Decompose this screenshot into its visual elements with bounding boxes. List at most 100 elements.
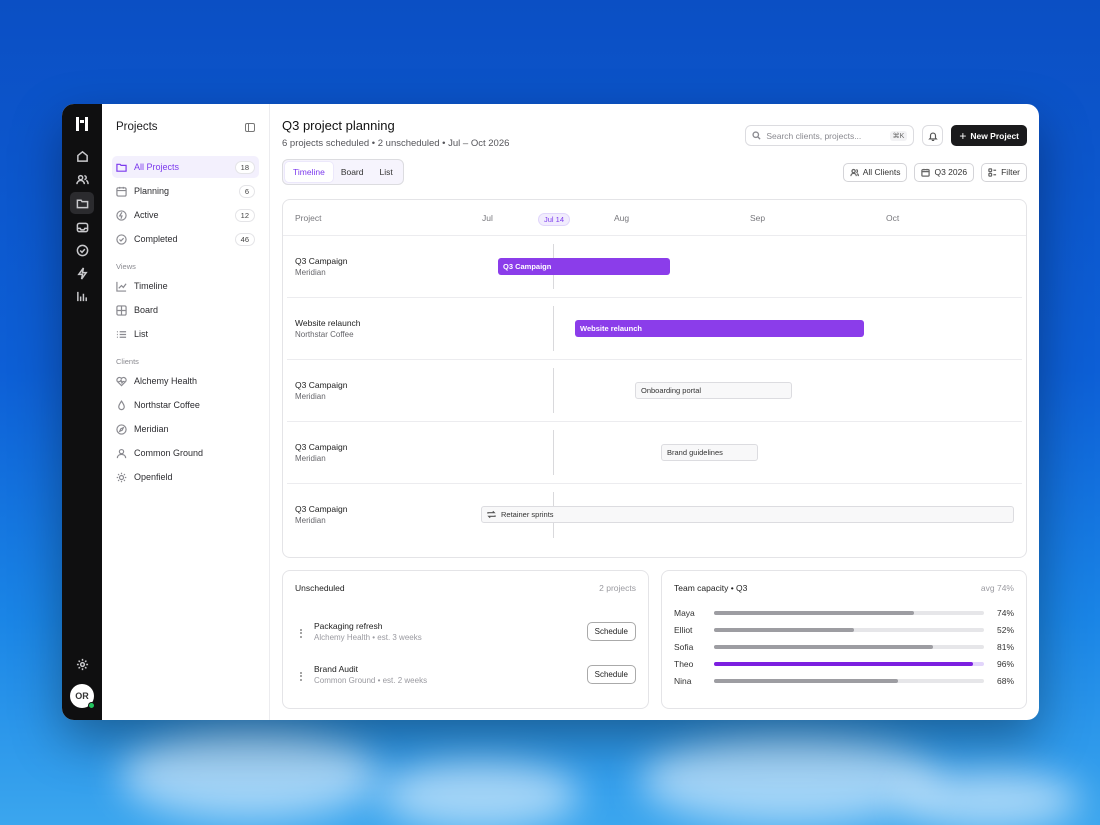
sun-icon bbox=[116, 472, 127, 482]
timeline-row: Q3 Campaign Meridian Brand guidelines bbox=[287, 422, 1022, 484]
search-placeholder: Search clients, projects... bbox=[766, 130, 862, 141]
drag-handle-icon[interactable] bbox=[300, 627, 304, 639]
unscheduled-item-detail: Common Ground • est. 2 weeks bbox=[314, 676, 428, 685]
count-badge: 18 bbox=[234, 160, 255, 174]
capacity-track bbox=[714, 610, 984, 615]
filter-label: Filter bbox=[1001, 167, 1020, 177]
bar-label: Brand guidelines bbox=[667, 448, 723, 457]
sidebar-item-label: Common Ground bbox=[134, 448, 204, 458]
today-marker-label: Jul 14 bbox=[538, 213, 571, 226]
timeline-row: Q3 Campaign Meridian Q3 Campaign bbox=[287, 236, 1022, 298]
settings-gear-icon[interactable] bbox=[70, 654, 94, 674]
tab-board[interactable]: Board bbox=[333, 162, 372, 182]
timeline-chart: Project Jul Aug Sep Oct Jul 14 Q3 Campai… bbox=[282, 199, 1027, 558]
sidebar-item-client[interactable]: Openfield bbox=[112, 466, 259, 488]
users-icon[interactable] bbox=[70, 169, 94, 189]
month-label: Sep bbox=[750, 213, 766, 223]
month-label: Aug bbox=[614, 213, 630, 223]
avatar-initials: OR bbox=[75, 691, 89, 701]
clients-heading: Clients bbox=[116, 357, 139, 366]
new-project-label: New Project bbox=[970, 130, 1019, 141]
sidebar-item-label: Planning bbox=[134, 186, 170, 196]
bar-label: Q3 Campaign bbox=[503, 262, 552, 271]
bar-label: Onboarding portal bbox=[641, 386, 702, 395]
inbox-icon[interactable] bbox=[70, 217, 94, 237]
row-project-name: Q3 Campaign bbox=[295, 256, 348, 266]
compass-icon bbox=[116, 423, 127, 435]
unscheduled-count: 2 projects bbox=[599, 583, 636, 593]
sidebar-item-label: Openfield bbox=[134, 472, 173, 482]
member-name: Sofia bbox=[674, 641, 694, 652]
list-icon bbox=[116, 330, 127, 338]
users-icon bbox=[849, 168, 859, 176]
capacity-title: Team capacity • Q3 bbox=[674, 583, 748, 593]
row-client-name: Meridian bbox=[295, 516, 326, 525]
row-client-name: Meridian bbox=[295, 454, 326, 463]
row-project-name: Website relaunch bbox=[295, 318, 361, 328]
bar-chart-icon[interactable] bbox=[70, 286, 94, 306]
sidebar-item-planning[interactable]: Planning 6 bbox=[112, 180, 259, 202]
capacity-fill bbox=[714, 610, 914, 615]
capacity-row: Theo 96% bbox=[674, 655, 1014, 672]
timeline-row: Q3 Campaign Meridian Onboarding portal bbox=[287, 360, 1022, 422]
search-input[interactable]: Search clients, projects... ⌘K bbox=[745, 125, 915, 146]
capacity-row: Maya 74% bbox=[674, 604, 1014, 621]
sidebar-item-board[interactable]: Board bbox=[112, 299, 259, 321]
sidebar-item-all-projects[interactable]: All Projects 18 bbox=[112, 156, 259, 178]
timeline-bar[interactable]: Retainer sprints bbox=[481, 506, 1014, 523]
unscheduled-item: Brand Audit Common Ground • est. 2 weeks… bbox=[295, 662, 636, 692]
sidebar-item-active[interactable]: Active 12 bbox=[112, 204, 259, 226]
sidebar-item-client[interactable]: Alchemy Health bbox=[112, 370, 259, 392]
icon-rail: OR bbox=[62, 104, 102, 720]
main-content: Q3 project planning 6 projects scheduled… bbox=[270, 104, 1039, 720]
sidebar-item-client[interactable]: Common Ground bbox=[112, 442, 259, 464]
sidebar-collapse-icon[interactable] bbox=[245, 122, 255, 132]
sidebar-item-timeline[interactable]: Timeline bbox=[112, 275, 259, 297]
tab-list[interactable]: List bbox=[372, 162, 401, 182]
today-line bbox=[553, 306, 554, 351]
search-icon bbox=[752, 131, 761, 140]
check-circle-icon bbox=[116, 233, 127, 245]
timeline-bar[interactable]: Onboarding portal bbox=[635, 382, 792, 399]
sidebar-item-client[interactable]: Meridian bbox=[112, 418, 259, 440]
sidebar-item-label: Meridian bbox=[134, 424, 169, 434]
app-window: OR Projects All Projects 18 Planning 6 A… bbox=[62, 104, 1039, 720]
quarter-button[interactable]: Q3 2026 bbox=[914, 162, 975, 182]
row-project-name: Q3 Campaign bbox=[295, 504, 348, 514]
sidebar-item-client[interactable]: Northstar Coffee bbox=[112, 394, 259, 416]
team-capacity-panel: Team capacity • Q3 avg 74% Maya 74% Elli… bbox=[661, 570, 1027, 709]
timeline-bar[interactable]: Website relaunch bbox=[575, 320, 864, 337]
all-clients-button[interactable]: All Clients bbox=[842, 162, 908, 182]
plus-icon: + bbox=[959, 128, 967, 143]
notifications-button[interactable] bbox=[922, 125, 944, 146]
timeline-row: Website relaunch Northstar Coffee Websit… bbox=[287, 298, 1022, 360]
folder-icon[interactable] bbox=[70, 192, 94, 214]
sidebar-item-label: All Projects bbox=[134, 162, 180, 172]
home-icon[interactable] bbox=[70, 146, 94, 166]
heart-pulse-icon bbox=[116, 376, 127, 386]
grid-icon bbox=[116, 304, 127, 316]
schedule-button[interactable]: Schedule bbox=[586, 622, 636, 641]
capacity-percent: 81% bbox=[996, 641, 1014, 652]
unscheduled-title: Unscheduled bbox=[295, 583, 345, 593]
check-circle-icon[interactable] bbox=[70, 240, 94, 260]
sidebar-item-completed[interactable]: Completed 46 bbox=[112, 228, 259, 250]
sidebar-item-list[interactable]: List bbox=[112, 323, 259, 345]
new-project-button[interactable]: + New Project bbox=[951, 125, 1027, 146]
row-client-name: Northstar Coffee bbox=[295, 330, 354, 339]
row-client-name: Meridian bbox=[295, 392, 326, 401]
schedule-button[interactable]: Schedule bbox=[586, 665, 636, 684]
tab-timeline[interactable]: Timeline bbox=[285, 162, 333, 182]
row-project-name: Q3 Campaign bbox=[295, 380, 348, 390]
capacity-track bbox=[714, 678, 984, 683]
capacity-percent: 96% bbox=[996, 658, 1014, 669]
bar-label: Website relaunch bbox=[580, 324, 642, 333]
member-name: Elliot bbox=[674, 624, 693, 635]
timeline-bar[interactable]: Q3 Campaign bbox=[498, 258, 670, 275]
drag-handle-icon[interactable] bbox=[300, 670, 304, 682]
page-subtitle: 6 projects scheduled • 2 unscheduled • J… bbox=[282, 138, 510, 149]
timeline-bar[interactable]: Brand guidelines bbox=[661, 444, 758, 461]
filter-button[interactable]: Filter bbox=[981, 162, 1027, 182]
lightning-icon[interactable] bbox=[70, 263, 94, 283]
user-avatar[interactable]: OR bbox=[70, 684, 95, 709]
